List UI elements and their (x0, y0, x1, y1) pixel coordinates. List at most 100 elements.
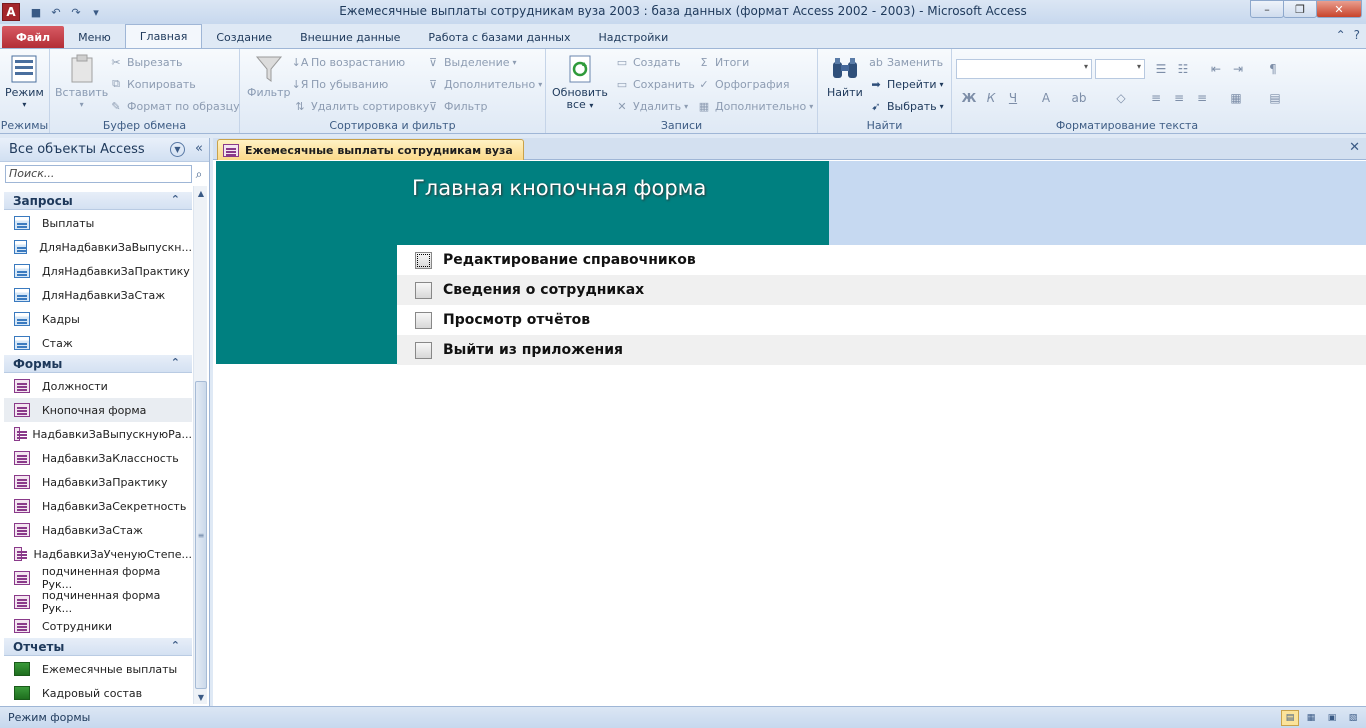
nav-item[interactable]: НадбавкиЗаУченуюСтепе... (4, 542, 192, 566)
nav-item[interactable]: Стаж (4, 331, 192, 355)
nav-pane-header[interactable]: Все объекты Access ▼ « (0, 138, 209, 162)
alternate-row-color-icon[interactable]: ▤ (1266, 89, 1284, 107)
maximize-button[interactable]: ❐ (1283, 0, 1317, 18)
layout-view-icon[interactable]: ▣ (1323, 710, 1341, 726)
gridlines-icon[interactable]: ▦ (1227, 89, 1245, 107)
nav-item[interactable]: Должности (4, 374, 192, 398)
underline-button[interactable]: Ч (1004, 89, 1022, 107)
nav-item[interactable]: подчиненная форма Рук... (4, 589, 192, 615)
toggle-filter-button[interactable]: ⊽ Фильтр (425, 97, 488, 115)
totals-button[interactable]: Σ Итоги (696, 53, 750, 71)
filter-button[interactable]: Фильтр (247, 53, 291, 99)
access-app-icon[interactable]: A (2, 3, 20, 21)
switchboard-item[interactable]: Просмотр отчётов (397, 305, 1366, 335)
nav-item[interactable]: ДляНадбавкиЗаВыпускн... (4, 235, 192, 259)
nav-item[interactable]: подчиненная форма Рук... (4, 565, 192, 591)
switchboard-button[interactable] (415, 311, 432, 329)
customize-qat-icon[interactable]: ▾ (88, 4, 104, 20)
nav-item[interactable]: ДляНадбавкиЗаСтаж (4, 283, 192, 307)
tab-addins[interactable]: Надстройки (584, 26, 682, 48)
replace-button[interactable]: ab Заменить (868, 53, 943, 71)
scroll-thumb[interactable]: ≡ (195, 381, 207, 689)
nav-item[interactable]: Кадровый состав (4, 681, 192, 704)
nav-item[interactable]: НадбавкиЗаКлассность (4, 446, 192, 470)
chevron-up-icon[interactable]: ⌃ (171, 356, 180, 369)
italic-button[interactable]: К (982, 89, 1000, 107)
nav-scrollbar[interactable]: ▲ ≡ ▼ (193, 186, 207, 704)
spelling-button[interactable]: ✓ Орфография (696, 75, 789, 93)
view-mode-button[interactable]: Режим ▾ (5, 53, 44, 111)
sort-ascending-button[interactable]: ↓A По возрастанию (292, 53, 405, 71)
highlight-icon[interactable]: ab (1070, 89, 1088, 107)
document-tab[interactable]: Ежемесячные выплаты сотрудникам вуза (217, 139, 524, 160)
nav-item[interactable]: НадбавкиЗаВыпускнуюРа... (4, 422, 192, 446)
paste-button[interactable]: Вставить ▾ (55, 53, 108, 111)
save-record-button[interactable]: ▭ Сохранить (614, 75, 695, 93)
tab-file[interactable]: Файл (2, 26, 65, 48)
nav-section-header[interactable]: Формы ⌃ (4, 355, 192, 373)
redo-icon[interactable]: ↷ (68, 4, 84, 20)
advanced-filter-button[interactable]: ⊽ Дополнительно ▾ (425, 75, 542, 93)
font-size-select[interactable]: ▾ (1095, 59, 1145, 79)
switchboard-item[interactable]: Редактирование справочников (397, 245, 1366, 275)
close-document-icon[interactable]: ✕ (1349, 140, 1360, 155)
nav-item[interactable]: Ежемесячные выплаты (4, 657, 192, 681)
font-name-select[interactable]: ▾ (956, 59, 1092, 79)
paragraph-icon[interactable]: ¶ (1264, 60, 1282, 78)
nav-item[interactable]: Кадры (4, 307, 192, 331)
remove-sort-button[interactable]: ⇅ Удалить сортировку (292, 97, 429, 115)
fill-color-icon[interactable]: ◇ (1112, 89, 1130, 107)
nav-section-header[interactable]: Отчеты ⌃ (4, 638, 192, 656)
switchboard-button[interactable] (415, 251, 432, 269)
decrease-indent-icon[interactable]: ⇤ (1207, 60, 1225, 78)
minimize-button[interactable]: – (1250, 0, 1284, 18)
switchboard-button[interactable] (415, 281, 432, 299)
minimize-ribbon-icon[interactable]: ⌃ (1336, 28, 1346, 42)
nav-item[interactable]: ДляНадбавкиЗаПрактику (4, 259, 192, 283)
nav-item[interactable]: Кнопочная форма (4, 398, 192, 422)
scroll-down-icon[interactable]: ▼ (194, 690, 208, 704)
new-record-button[interactable]: ▭ Создать (614, 53, 681, 71)
align-left-icon[interactable]: ≡ (1147, 89, 1165, 107)
nav-item[interactable]: Сотрудники (4, 614, 192, 638)
nav-item[interactable]: НадбавкиЗаСтаж (4, 518, 192, 542)
increase-indent-icon[interactable]: ⇥ (1229, 60, 1247, 78)
delete-record-button[interactable]: ✕ Удалить ▾ (614, 97, 688, 115)
font-color-icon[interactable]: A (1037, 89, 1055, 107)
tab-menu[interactable]: Меню (64, 26, 125, 48)
switchboard-item[interactable]: Выйти из приложения (397, 335, 1366, 365)
refresh-all-button[interactable]: Обновить все ▾ (552, 53, 608, 112)
more-records-button[interactable]: ▦ Дополнительно ▾ (696, 97, 813, 115)
selection-button[interactable]: ⊽ Выделение ▾ (425, 53, 517, 71)
tab-database-tools[interactable]: Работа с базами данных (414, 26, 584, 48)
save-icon[interactable]: ■ (28, 4, 44, 20)
nav-section-header[interactable]: Запросы ⌃ (4, 192, 192, 210)
switchboard-button[interactable] (415, 341, 432, 359)
align-right-icon[interactable]: ≡ (1193, 89, 1211, 107)
tab-home[interactable]: Главная (124, 24, 203, 48)
format-painter-button[interactable]: ✎ Формат по образцу (108, 97, 239, 115)
tab-create[interactable]: Создание (202, 26, 286, 48)
close-button[interactable]: ✕ (1316, 0, 1362, 18)
copy-button[interactable]: ⧉ Копировать (108, 75, 196, 93)
bullets-icon[interactable]: ☰ (1152, 60, 1170, 78)
numbering-icon[interactable]: ☷ (1174, 60, 1192, 78)
search-input[interactable]: Поиск... (5, 165, 192, 183)
design-view-icon[interactable]: ▧ (1344, 710, 1362, 726)
switchboard-item[interactable]: Сведения о сотрудниках (397, 275, 1366, 305)
undo-icon[interactable]: ↶ (48, 4, 64, 20)
form-view-icon[interactable]: ▤ (1281, 710, 1299, 726)
nav-item[interactable]: НадбавкиЗаСекретность (4, 494, 192, 518)
sort-descending-button[interactable]: ↓Я По убыванию (292, 75, 389, 93)
help-icon[interactable]: ? (1354, 28, 1360, 42)
collapse-pane-icon[interactable]: « (195, 141, 203, 156)
goto-button[interactable]: ➡ Перейти ▾ (868, 75, 943, 93)
chevron-up-icon[interactable]: ⌃ (171, 193, 180, 206)
find-button[interactable]: Найти (827, 53, 863, 99)
select-button[interactable]: ➹ Выбрать ▾ (868, 97, 943, 115)
scroll-up-icon[interactable]: ▲ (194, 186, 208, 200)
search-icon[interactable]: ⌕ (192, 165, 206, 183)
bold-button[interactable]: Ж (960, 89, 978, 107)
chevron-up-icon[interactable]: ⌃ (171, 639, 180, 652)
nav-item[interactable]: НадбавкиЗаПрактику (4, 470, 192, 494)
